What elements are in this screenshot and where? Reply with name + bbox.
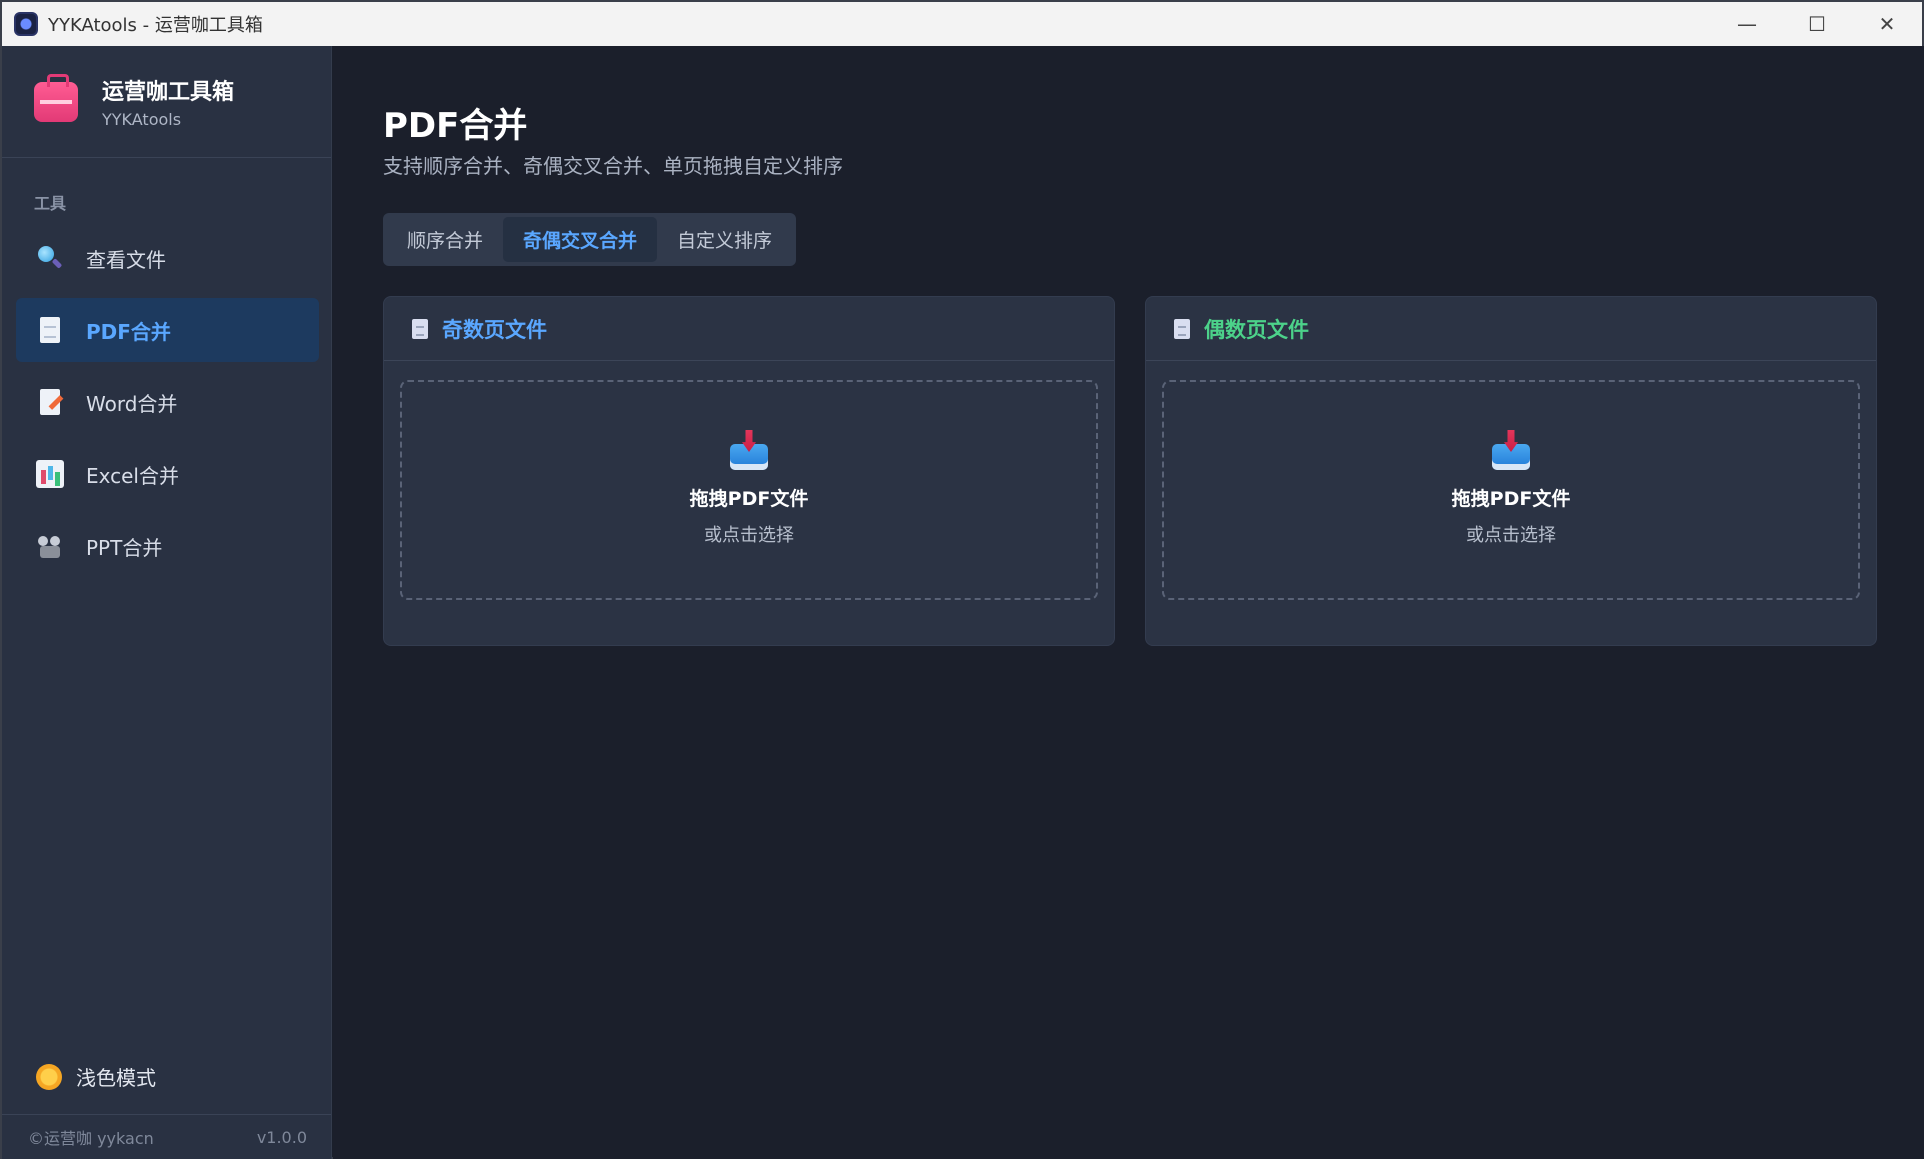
dropzone-subtitle: 或点击选择 bbox=[1466, 525, 1556, 546]
brand-subtitle: YYKAtools bbox=[102, 110, 182, 129]
sidebar-item-label: Excel合并 bbox=[86, 463, 179, 488]
page-subtitle: 支持顺序合并、奇偶交叉合并、单页拖拽自定义排序 bbox=[383, 154, 843, 178]
page-title: PDF合并 bbox=[383, 106, 528, 146]
dropzone-title: 拖拽PDF文件 bbox=[1451, 488, 1571, 510]
odd-pages-panel-header: 奇数页文件 bbox=[384, 297, 1114, 361]
brand-title: 运营咖工具箱 bbox=[102, 80, 235, 105]
sidebar-item-excel-merge[interactable]: Excel合并 bbox=[16, 442, 319, 506]
sidebar-item-word-merge[interactable]: Word合并 bbox=[16, 370, 319, 434]
maximize-button[interactable]: ☐ bbox=[1782, 2, 1852, 46]
window-title: YYKAtools - 运营咖工具箱 bbox=[48, 15, 263, 36]
odd-pages-dropzone[interactable]: 拖拽PDF文件 或点击选择 bbox=[400, 380, 1098, 600]
search-icon bbox=[36, 244, 64, 272]
tab-custom-sort[interactable]: 自定义排序 bbox=[657, 217, 792, 262]
odd-pages-panel: 奇数页文件 拖拽PDF文件 或点击选择 bbox=[383, 296, 1115, 646]
sidebar: 运营咖工具箱 YYKAtools 工具 查看文件 PDF合并 Word合并 Ex… bbox=[2, 46, 332, 1159]
brand: 运营咖工具箱 YYKAtools bbox=[2, 46, 331, 158]
file-icon bbox=[1174, 318, 1190, 339]
sidebar-item-pdf-merge[interactable]: PDF合并 bbox=[16, 298, 319, 362]
projector-icon bbox=[36, 532, 64, 560]
sun-icon bbox=[36, 1063, 62, 1090]
sidebar-footer: ©运营咖 yykacn v1.0.0 bbox=[2, 1114, 331, 1159]
tab-odd-even-merge[interactable]: 奇偶交叉合并 bbox=[503, 217, 658, 262]
sidebar-item-ppt-merge[interactable]: PPT合并 bbox=[16, 514, 319, 578]
main-content: PDF合并 支持顺序合并、奇偶交叉合并、单页拖拽自定义排序 顺序合并 奇偶交叉合… bbox=[333, 46, 1924, 1159]
close-button[interactable]: ✕ bbox=[1852, 2, 1922, 46]
sidebar-item-label: PDF合并 bbox=[86, 319, 171, 344]
toolbox-icon bbox=[34, 73, 78, 122]
merge-mode-tabs: 顺序合并 奇偶交叉合并 自定义排序 bbox=[383, 213, 797, 266]
title-bar: YYKAtools - 运营咖工具箱 — ☐ ✕ bbox=[2, 2, 1922, 46]
sidebar-nav: 查看文件 PDF合并 Word合并 Excel合并 PPT合并 bbox=[2, 226, 331, 578]
sidebar-item-label: Word合并 bbox=[86, 391, 178, 416]
tab-sequential-merge[interactable]: 顺序合并 bbox=[387, 217, 503, 262]
app-logo-icon bbox=[14, 12, 38, 36]
even-pages-dropzone[interactable]: 拖拽PDF文件 或点击选择 bbox=[1162, 380, 1860, 600]
section-label-tools: 工具 bbox=[34, 194, 67, 213]
minimize-button[interactable]: — bbox=[1712, 2, 1782, 46]
panel-title: 奇数页文件 bbox=[442, 317, 547, 342]
dropzone-subtitle: 或点击选择 bbox=[704, 525, 794, 546]
app-window: YYKAtools - 运营咖工具箱 — ☐ ✕ 运营咖工具箱 YYKAtool… bbox=[0, 0, 1924, 1159]
window-controls: — ☐ ✕ bbox=[1712, 2, 1922, 46]
theme-toggle-button[interactable]: 浅色模式 bbox=[36, 1062, 156, 1091]
dropzone-title: 拖拽PDF文件 bbox=[689, 488, 809, 510]
sidebar-item-label: 查看文件 bbox=[86, 247, 166, 272]
sidebar-item-label: PPT合并 bbox=[86, 535, 163, 560]
copyright-text: ©运营咖 yykacn bbox=[28, 1129, 154, 1148]
version-text: v1.0.0 bbox=[256, 1127, 307, 1147]
inbox-download-icon bbox=[729, 430, 769, 470]
theme-toggle-label: 浅色模式 bbox=[76, 1066, 156, 1090]
even-pages-panel-header: 偶数页文件 bbox=[1146, 297, 1876, 361]
even-pages-panel: 偶数页文件 拖拽PDF文件 或点击选择 bbox=[1145, 296, 1877, 646]
file-icon bbox=[412, 318, 428, 339]
panel-title: 偶数页文件 bbox=[1204, 317, 1309, 342]
sidebar-item-view-files[interactable]: 查看文件 bbox=[16, 226, 319, 290]
spreadsheet-chart-icon bbox=[36, 460, 64, 488]
inbox-download-icon bbox=[1491, 430, 1531, 470]
word-document-icon bbox=[36, 388, 64, 416]
document-icon bbox=[36, 316, 64, 344]
